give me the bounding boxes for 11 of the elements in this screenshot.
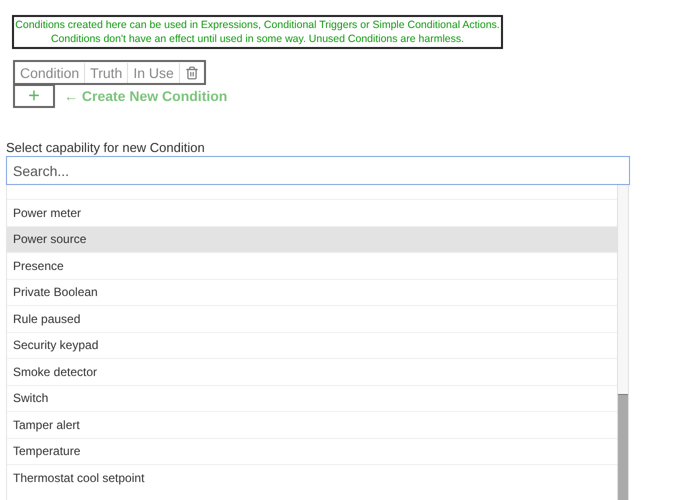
scrollbar[interactable] <box>617 185 629 500</box>
scrollbar-thumb[interactable] <box>618 394 628 500</box>
select-label: Select capability for new Condition <box>6 139 205 157</box>
column-header: Condition <box>15 62 86 82</box>
column-header: In Use <box>128 62 180 82</box>
notice-text: Conditions created here can be used in Expressions, Conditional Triggers or Simple Conditional Actions. <box>15 18 500 32</box>
column-header: Truth <box>85 62 128 82</box>
search-field[interactable]: Search... <box>6 156 630 185</box>
trash-icon[interactable] <box>184 66 199 80</box>
notice-text: Conditions don't have an effect until used in some way. Unused Conditions are harmless. <box>50 32 464 46</box>
capability-option[interactable]: Power source <box>7 226 618 252</box>
